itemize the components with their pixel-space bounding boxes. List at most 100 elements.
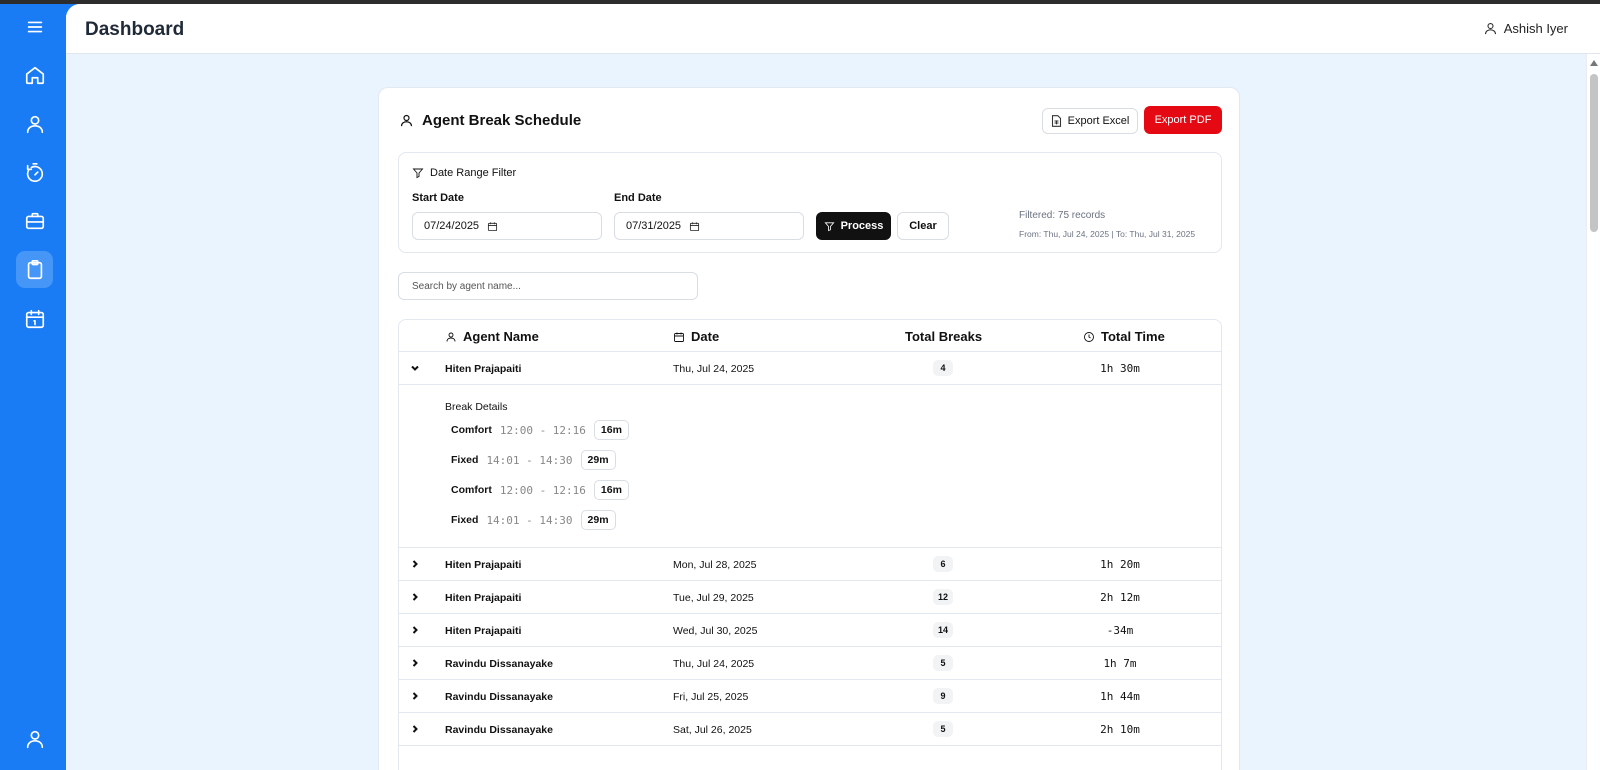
user-menu[interactable]: Ashish Iyer (1483, 21, 1568, 36)
start-date-input[interactable]: 07/24/2025 (412, 212, 602, 240)
profile-icon (26, 730, 43, 748)
agent-name: Hiten Prajapaiti (445, 363, 522, 375)
clock-icon (1084, 331, 1094, 342)
sidebar-item-calendar[interactable] (16, 300, 53, 337)
column-date[interactable]: Date (673, 329, 719, 344)
column-date-label: Date (691, 329, 720, 344)
break-entry: Fixed 14:01 - 14:30 29m (451, 450, 616, 470)
end-date-value: 07/31/2025 (626, 220, 682, 232)
column-total-breaks-label: Total Breaks (905, 329, 983, 344)
calendar-icon (674, 332, 684, 342)
sidebar-item-timer[interactable] (16, 154, 53, 191)
clipboard-icon (27, 259, 42, 279)
page-scrollbar[interactable] (1586, 54, 1600, 770)
card-title-text: Agent Break Schedule (422, 112, 582, 129)
column-total-time[interactable]: Total Time (1083, 329, 1165, 344)
chevron-right-icon[interactable] (410, 592, 420, 602)
chevron-down-icon[interactable] (410, 363, 420, 373)
user-name: Ashish Iyer (1503, 21, 1568, 36)
user-icon (1484, 22, 1496, 35)
user-icon (400, 114, 413, 127)
agent-name: Hiten Prajapaiti (445, 559, 522, 571)
agent-break-schedule-card: Agent Break Schedule Export Excel Export… (378, 87, 1240, 770)
page-title: Dashboard (85, 19, 185, 40)
process-button[interactable]: Process (816, 212, 891, 240)
table-row-partial[interactable] (399, 746, 1221, 770)
file-spreadsheet-icon (1051, 115, 1061, 127)
break-duration: 16m (593, 480, 629, 500)
break-range: 14:01 - 14:30 (486, 513, 573, 527)
break-details-title: Break Details (445, 401, 508, 413)
column-agent-name-label: Agent Name (463, 329, 539, 344)
total-breaks-badge: 5 (933, 721, 953, 737)
filter-heading: Date Range Filter (412, 167, 516, 179)
date-range-filter: Date Range Filter Start Date 07/24/2025 … (398, 152, 1222, 253)
column-total-breaks[interactable]: Total Breaks (905, 329, 982, 344)
search-input[interactable] (398, 272, 698, 300)
menu-icon (27, 21, 42, 32)
row-date: Thu, Jul 24, 2025 (673, 658, 755, 670)
total-time: 1h 30m (1100, 362, 1140, 375)
total-time: 2h 12m (1100, 591, 1140, 604)
total-breaks-badge: 9 (933, 688, 953, 704)
filtered-count: Filtered: 75 records (1019, 210, 1106, 221)
break-type: Fixed (451, 454, 479, 466)
start-date-label: Start Date (412, 192, 464, 204)
column-agent-name[interactable]: Agent Name (445, 329, 539, 344)
total-breaks-badge: 6 (933, 556, 953, 572)
filter-heading-text: Date Range Filter (430, 167, 517, 179)
filtered-range: From: Thu, Jul 24, 2025 | To: Thu, Jul 3… (1019, 229, 1196, 239)
table-row[interactable]: Ravindu Dissanayake Fri, Jul 25, 2025 9 … (399, 680, 1221, 713)
agent-name: Ravindu Dissanayake (445, 658, 553, 670)
row-date: Tue, Jul 29, 2025 (673, 592, 754, 604)
table-row[interactable]: Hiten Prajapaiti Tue, Jul 29, 2025 12 2h… (399, 581, 1221, 614)
chevron-right-icon[interactable] (410, 724, 420, 734)
break-entry: Comfort 12:00 - 12:16 16m (451, 420, 629, 440)
table-row[interactable]: Hiten Prajapaiti Wed, Jul 30, 2025 14 -3… (399, 614, 1221, 647)
total-breaks-badge: 12 (932, 589, 954, 605)
row-date: Thu, Jul 24, 2025 (673, 363, 755, 375)
clear-button[interactable]: Clear (897, 212, 949, 240)
calendar-icon[interactable] (689, 221, 700, 232)
end-date-input[interactable]: 07/31/2025 (614, 212, 804, 240)
calendar-icon[interactable] (487, 221, 498, 232)
agent-name: Hiten Prajapaiti (445, 592, 522, 604)
table-row[interactable]: Hiten Prajapaiti Mon, Jul 28, 2025 6 1h … (399, 548, 1221, 581)
break-duration: 29m (580, 450, 616, 470)
scroll-up-arrow-icon[interactable] (1590, 60, 1598, 66)
chevron-right-icon[interactable] (410, 658, 420, 668)
briefcase-icon (25, 212, 44, 229)
main-window: Dashboard Ashish Iyer Agent Break Schedu… (66, 4, 1600, 770)
break-type: Fixed (451, 514, 479, 526)
sidebar-item-users[interactable] (16, 105, 53, 142)
home-icon (25, 66, 44, 84)
sidebar-item-work[interactable] (16, 202, 53, 239)
chevron-right-icon[interactable] (410, 625, 420, 635)
table-row[interactable]: Ravindu Dissanayake Thu, Jul 24, 2025 5 … (399, 647, 1221, 680)
break-entry: Comfort 12:00 - 12:16 16m (451, 480, 629, 500)
break-type: Comfort (451, 424, 492, 436)
sidebar-item-schedule[interactable] (16, 251, 53, 288)
sidebar-item-profile[interactable] (16, 720, 53, 757)
process-label: Process (840, 220, 884, 232)
break-duration: 29m (580, 510, 616, 530)
table-row[interactable]: Ravindu Dissanayake Sat, Jul 26, 2025 5 … (399, 713, 1221, 746)
export-excel-button[interactable]: Export Excel (1042, 108, 1138, 134)
break-entry: Fixed 14:01 - 14:30 29m (451, 510, 616, 530)
row-date: Sat, Jul 26, 2025 (673, 724, 752, 736)
user-icon (26, 115, 43, 133)
break-details-panel: Break Details Comfort 12:00 - 12:16 16m … (399, 385, 1221, 548)
end-date-label: End Date (614, 192, 662, 204)
sidebar (0, 4, 66, 770)
chevron-right-icon[interactable] (410, 691, 420, 701)
chevron-right-icon[interactable] (410, 559, 420, 569)
menu-button[interactable] (16, 8, 53, 45)
break-schedule-table: Agent Name Date Total Breaks Total Time (398, 319, 1222, 770)
calendar-icon (25, 309, 44, 328)
sidebar-item-home[interactable] (16, 56, 53, 93)
table-row[interactable]: Hiten Prajapaiti Thu, Jul 24, 2025 4 1h … (399, 352, 1221, 385)
export-pdf-button[interactable]: Export PDF (1144, 106, 1222, 134)
scroll-thumb[interactable] (1590, 74, 1598, 232)
filter-icon (412, 168, 424, 179)
row-date: Fri, Jul 25, 2025 (673, 691, 749, 703)
